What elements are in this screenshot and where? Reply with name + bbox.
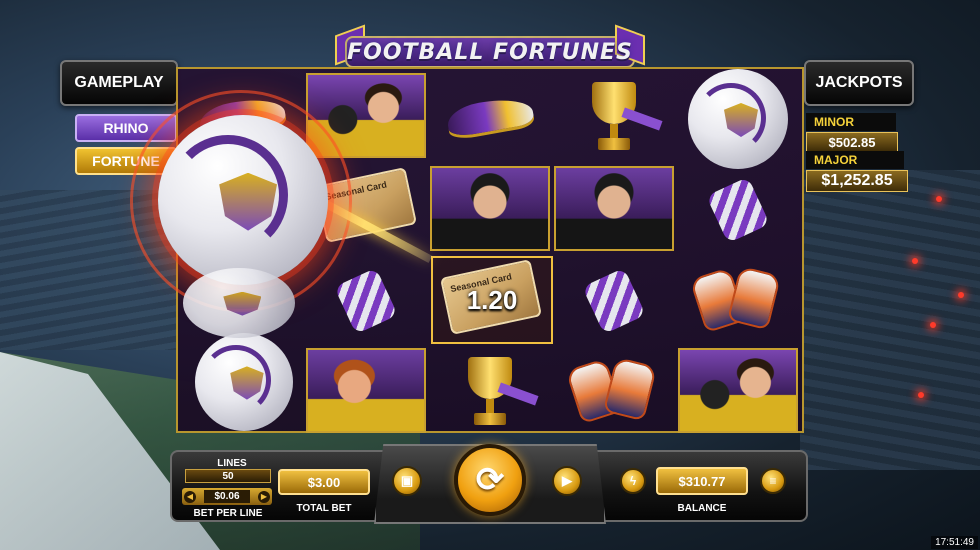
stands-right (800, 170, 980, 470)
lines-label: LINES (217, 458, 247, 469)
player-icon (308, 350, 424, 431)
bet-per-line-selector: ◀ $0.06 ▶ (182, 488, 272, 505)
bet-per-line-label: BET PER LINE (193, 508, 263, 519)
stadium-light (958, 292, 964, 298)
balance-value: $310.77 (656, 467, 748, 495)
symbol-scarf (554, 257, 674, 342)
trophy-icon (460, 353, 539, 429)
symbol-referee (554, 166, 674, 251)
stadium-light (918, 392, 924, 398)
jackpot-minor-label: MINOR (806, 113, 896, 131)
jackpots-heading: JACKPOTS (804, 60, 914, 106)
flying-football-icon (158, 115, 328, 285)
balance-label: BALANCE (677, 503, 727, 514)
total-bet-value[interactable]: $3.00 (278, 469, 370, 495)
stadium-light (912, 258, 918, 264)
total-bet-label: TOTAL BET (296, 503, 352, 514)
win-amount: 1.20 (466, 284, 518, 315)
bet-per-line-value: $0.06 (204, 490, 250, 503)
jackpot-minor-value: $502.85 (806, 132, 898, 152)
bet-decrease-button[interactable]: ◀ (184, 490, 196, 503)
jackpot-major-label: MAJOR (806, 151, 904, 169)
scarf-icon (577, 267, 651, 334)
bet-increase-button[interactable]: ▶ (258, 490, 270, 503)
trophy-icon (584, 78, 663, 154)
symbol-scarf (678, 166, 798, 251)
symbol-ginger-player (306, 348, 426, 433)
spin-button[interactable]: ⟳ (454, 444, 526, 516)
clock: 17:51:49 (931, 536, 978, 549)
gift-icon: ▣ (400, 473, 414, 488)
symbol-gloves (554, 348, 674, 433)
scarf-icon (329, 267, 403, 334)
control-bar: LINES 50 ◀ $0.06 ▶ BET PER LINE $3.00 TO… (170, 444, 808, 524)
referee-icon (432, 168, 548, 249)
goalkeeper-gloves-icon (565, 356, 659, 424)
football-icon (688, 69, 788, 169)
football-icon (195, 333, 293, 431)
symbol-boot (430, 73, 550, 158)
symbol-ball (678, 69, 798, 169)
symbol-trophy (554, 73, 674, 158)
goalkeeper-gloves-icon (689, 265, 783, 333)
stadium-light (936, 196, 942, 202)
winning-symbol: Seasonal Card 1.20 (431, 256, 553, 344)
symbol-referee (430, 166, 550, 251)
scarf-icon (701, 176, 775, 243)
turbo-button[interactable]: ϟ (620, 468, 646, 494)
stadium-light (930, 322, 936, 328)
menu-button[interactable]: ≡ (760, 468, 786, 494)
buy-feature-button[interactable]: ▣ (392, 466, 422, 496)
autoplay-button[interactable]: ▶ (552, 466, 582, 496)
symbol-keeper (678, 348, 798, 433)
symbol-ball (184, 333, 304, 431)
game-title: FOOTBALL FORTUNES (347, 39, 633, 65)
football-icon (183, 268, 295, 338)
jackpot-major-value: $1,252.85 (806, 170, 908, 192)
boot-icon (445, 93, 535, 138)
gameplay-heading: GAMEPLAY (60, 60, 178, 106)
goalkeeper-icon (680, 350, 796, 431)
lines-value: 50 (185, 469, 271, 483)
referee-icon (556, 168, 672, 249)
symbol-gloves (678, 257, 798, 342)
autoplay-icon: ▶ (562, 473, 572, 488)
menu-icon: ≡ (769, 474, 777, 488)
spin-arrows-icon: ⟳ (475, 461, 505, 499)
symbol-trophy (430, 348, 550, 433)
lightning-icon: ϟ (629, 474, 637, 488)
